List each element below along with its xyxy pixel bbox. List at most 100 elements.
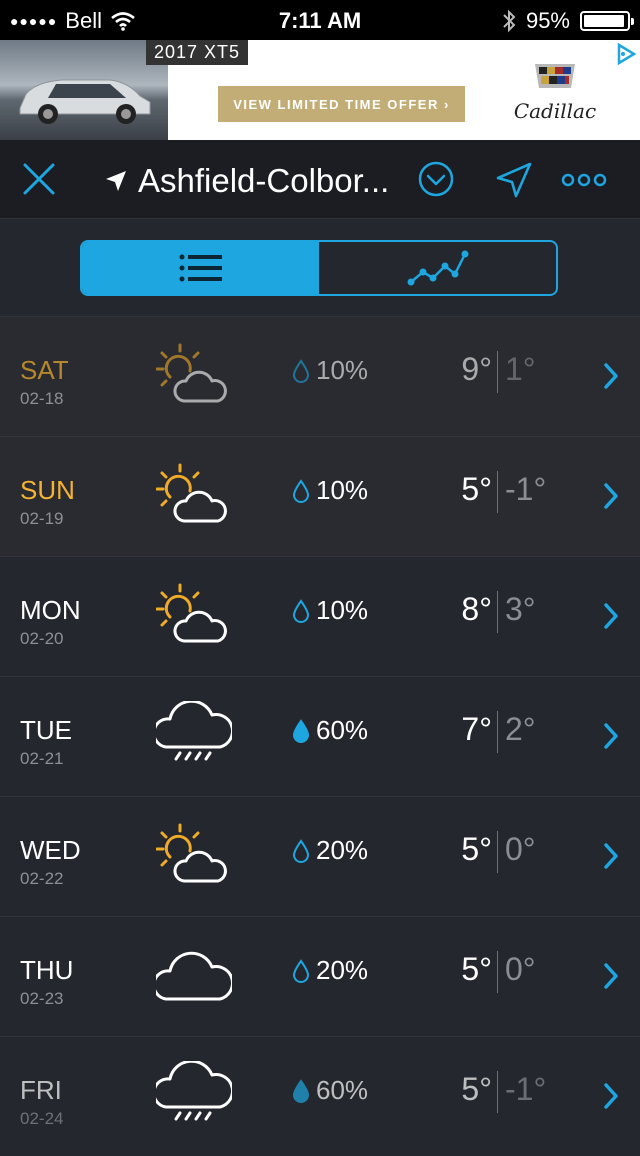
car-icon: [19, 79, 151, 124]
partly-sunny-icon: [155, 461, 232, 531]
temp-divider: [497, 471, 498, 513]
low-temp: -1°: [505, 1071, 547, 1107]
location-arrow-icon: [106, 171, 126, 191]
day-date: 02-22: [20, 869, 64, 888]
precipitation: 10%: [292, 595, 368, 626]
forecast-list: SAT 02-18 10% 9° 1° SUN 02-19 10% 5° -1°…: [0, 316, 640, 1156]
brand-name: Cadillac: [513, 99, 597, 123]
day-name: WED: [20, 835, 81, 865]
chevron-right-icon[interactable]: [602, 481, 620, 511]
low-temp: 2°: [505, 711, 536, 747]
day-name: TUE: [20, 715, 72, 745]
chevron-right-icon[interactable]: [602, 961, 620, 991]
close-icon[interactable]: [22, 162, 56, 196]
day-date: 02-20: [20, 629, 64, 648]
day-date: 02-18: [20, 389, 64, 408]
low-temp: 0°: [505, 831, 536, 867]
high-temp: 8°: [461, 591, 492, 627]
list-icon: [179, 254, 222, 282]
precipitation: 20%: [292, 835, 368, 866]
high-temp: 5°: [461, 951, 492, 987]
low-temp: 0°: [505, 951, 536, 987]
partly-sunny-icon: [155, 821, 232, 891]
toolbar: Ashfield-Colbor...: [0, 140, 640, 219]
temp-divider: [497, 1071, 498, 1113]
precipitation: 20%: [292, 955, 368, 986]
temp-divider: [497, 951, 498, 993]
forecast-row[interactable]: FRI 02-24 60% 5° -1°: [0, 1036, 640, 1156]
navigation-icon[interactable]: [494, 160, 534, 200]
more-icon[interactable]: [560, 170, 608, 190]
ad-model-tag: 2017 XT5: [146, 40, 249, 65]
crest-icon: [535, 64, 575, 88]
high-temp: 7°: [461, 711, 492, 747]
battery-percent: 95%: [525, 8, 570, 33]
partly-sunny-icon: [155, 341, 232, 411]
day-name: FRI: [20, 1075, 62, 1105]
location-name: Ashfield-Colbor...: [138, 162, 390, 199]
temp-divider: [497, 711, 498, 753]
day-name: SAT: [20, 355, 69, 385]
list-view-tab[interactable]: [82, 242, 319, 294]
forecast-row[interactable]: SUN 02-19 10% 5° -1°: [0, 436, 640, 556]
forecast-row[interactable]: WED 02-22 20% 5° 0°: [0, 796, 640, 916]
precipitation: 10%: [292, 475, 368, 506]
high-temp: 5°: [461, 1071, 492, 1107]
chevron-right-icon[interactable]: [602, 1081, 620, 1111]
graph-view-tab[interactable]: [319, 242, 556, 294]
line-graph-icon: [407, 250, 468, 286]
day-date: 02-23: [20, 989, 64, 1008]
chevron-right-icon[interactable]: [602, 361, 620, 391]
raindrop-icon: [292, 838, 310, 863]
day-name: THU: [20, 955, 74, 985]
location-title[interactable]: Ashfield-Colbor...: [104, 162, 389, 200]
cadillac-logo: Cadillac: [505, 62, 605, 123]
chevron-right-icon[interactable]: [602, 721, 620, 751]
raindrop-icon: [292, 1078, 310, 1103]
rain-cloud-icon: [152, 699, 234, 771]
precip-value: 20%: [316, 835, 369, 865]
precip-value: 10%: [316, 355, 369, 385]
ad-banner[interactable]: 2017 XT5 VIEW LIMITED TIME OFFER › Cadil…: [0, 40, 640, 140]
raindrop-icon: [292, 598, 310, 623]
adchoices-icon[interactable]: [614, 42, 638, 66]
bluetooth-icon: [503, 9, 516, 33]
partly-sunny-icon: [155, 581, 232, 651]
temp-divider: [497, 831, 498, 873]
precip-value: 10%: [316, 475, 369, 505]
precip-value: 60%: [316, 1075, 369, 1105]
raindrop-icon: [292, 958, 310, 983]
precipitation: 60%: [292, 1075, 368, 1106]
car-photo: [0, 40, 168, 140]
precipitation: 10%: [292, 355, 368, 386]
chevron-right-icon[interactable]: [602, 841, 620, 871]
chevron-down-icon[interactable]: [418, 161, 454, 197]
precip-value: 10%: [316, 595, 369, 625]
rain-cloud-icon: [152, 1059, 234, 1131]
temp-divider: [497, 351, 498, 393]
low-temp: -1°: [505, 471, 547, 507]
forecast-row[interactable]: TUE 02-21 60% 7° 2°: [0, 676, 640, 796]
raindrop-icon: [292, 718, 310, 743]
raindrop-icon: [292, 358, 310, 383]
day-name: MON: [20, 595, 81, 625]
day-date: 02-19: [20, 509, 64, 528]
chevron-right-icon[interactable]: [602, 601, 620, 631]
day-name: SUN: [20, 475, 75, 505]
high-temp: 5°: [461, 831, 492, 867]
precipitation: 60%: [292, 715, 368, 746]
day-date: 02-24: [20, 1109, 64, 1128]
temp-divider: [497, 591, 498, 633]
low-temp: 3°: [505, 591, 536, 627]
high-temp: 9°: [461, 351, 492, 387]
cloud-icon: [152, 941, 234, 1011]
view-switcher: [80, 240, 558, 296]
forecast-row[interactable]: SAT 02-18 10% 9° 1°: [0, 316, 640, 436]
precip-value: 60%: [316, 715, 369, 745]
forecast-row[interactable]: THU 02-23 20% 5° 0°: [0, 916, 640, 1036]
high-temp: 5°: [461, 471, 492, 507]
forecast-row[interactable]: MON 02-20 10% 8° 3°: [0, 556, 640, 676]
battery-icon: [580, 11, 634, 31]
offer-button[interactable]: VIEW LIMITED TIME OFFER ›: [218, 86, 465, 122]
day-date: 02-21: [20, 749, 64, 768]
